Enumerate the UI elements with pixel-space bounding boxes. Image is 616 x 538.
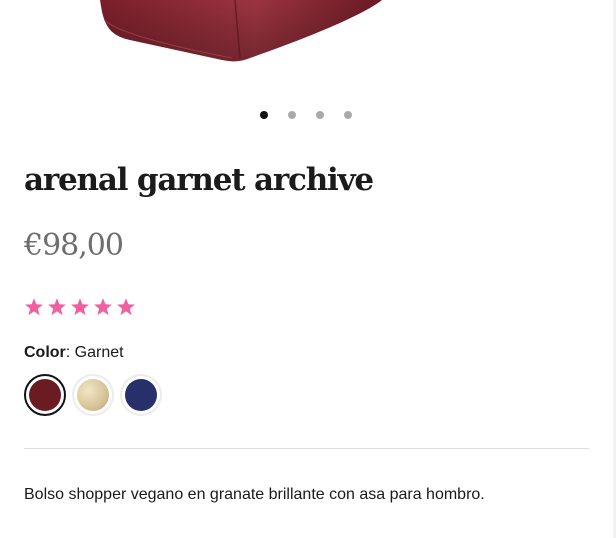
color-value: : Garnet xyxy=(65,344,124,361)
product-image[interactable] xyxy=(0,0,616,75)
carousel-dot-2[interactable] xyxy=(288,111,296,119)
star-icon xyxy=(117,298,135,316)
carousel-dot-4[interactable] xyxy=(344,111,352,119)
swatch-color-fill xyxy=(125,379,157,411)
star-icon xyxy=(71,298,89,316)
star-icon xyxy=(94,298,112,316)
swatch-color-fill xyxy=(77,379,109,411)
bag-image xyxy=(100,0,382,62)
star-icon xyxy=(48,298,66,316)
product-price: €98,00 xyxy=(24,228,124,263)
color-label: Color xyxy=(24,344,66,361)
color-selection-label: Color: Garnet xyxy=(24,344,124,362)
star-rating xyxy=(24,297,136,317)
divider xyxy=(24,448,589,449)
swatch-color-fill xyxy=(29,379,61,411)
star-icon xyxy=(25,298,43,316)
product-title: arenal garnet archive xyxy=(24,162,374,198)
color-swatches xyxy=(24,374,162,416)
swatch-gold[interactable] xyxy=(72,374,114,416)
carousel-dot-1[interactable] xyxy=(260,111,268,119)
carousel-dot-3[interactable] xyxy=(316,111,324,119)
swatch-navy[interactable] xyxy=(120,374,162,416)
swatch-garnet[interactable] xyxy=(24,374,66,416)
product-description: Bolso shopper vegano en granate brillant… xyxy=(24,486,485,503)
